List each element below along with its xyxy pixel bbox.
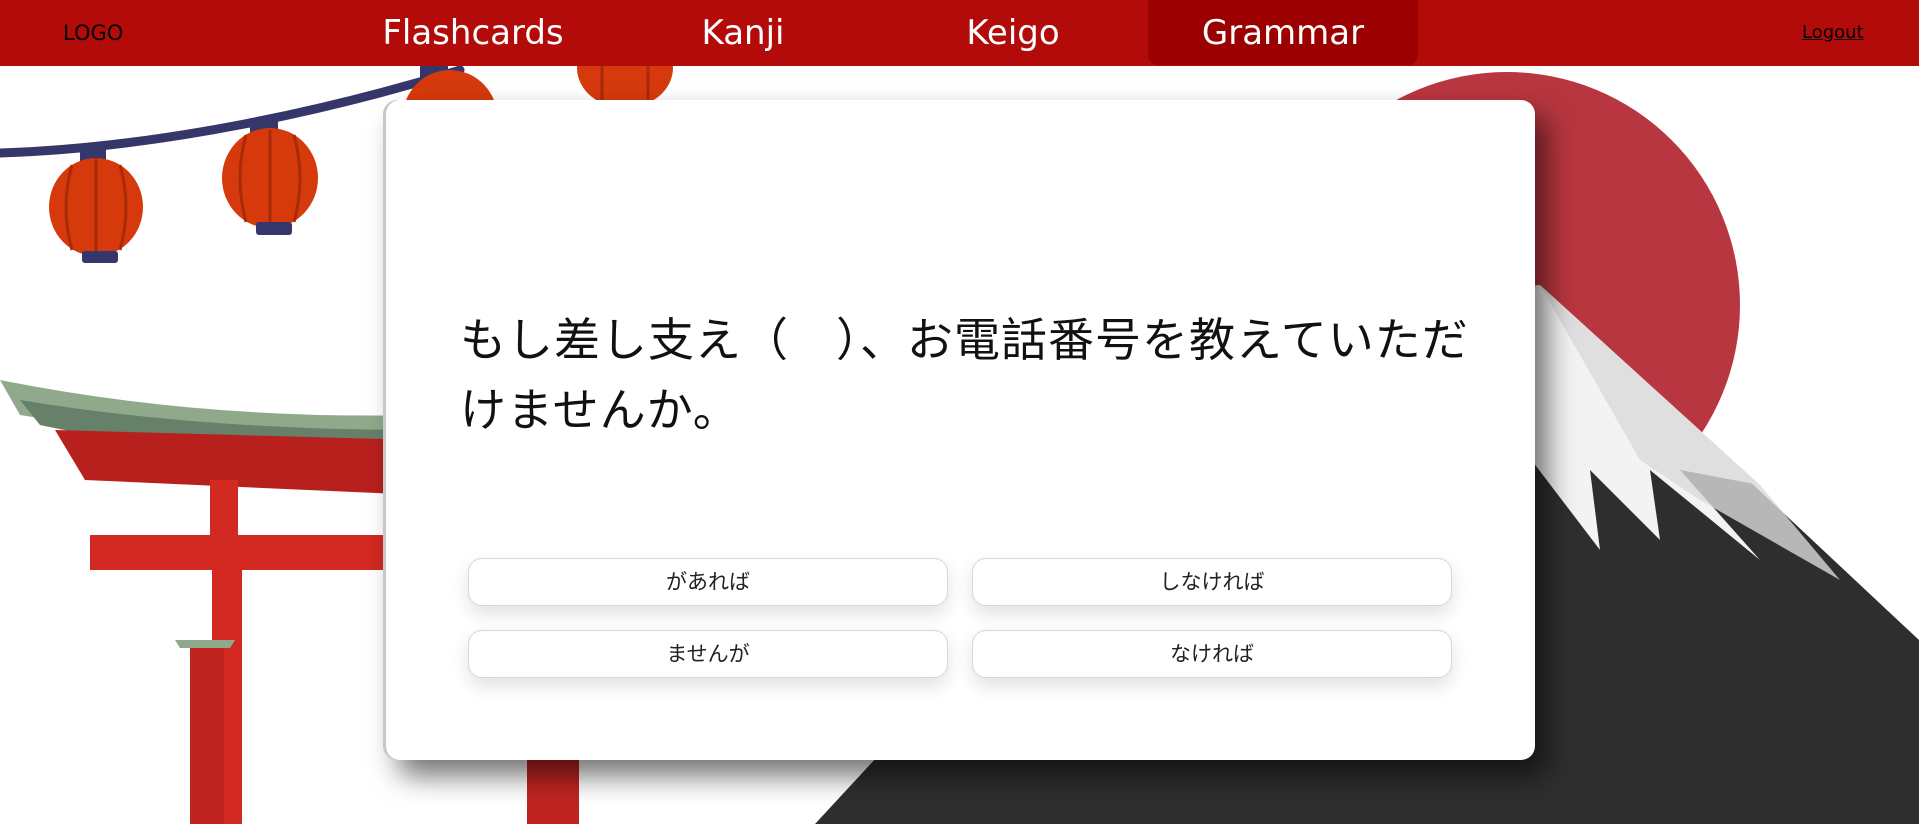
logo[interactable]: LOGO <box>63 0 123 66</box>
answer-option-2[interactable]: しなければ <box>972 558 1452 606</box>
quiz-card: もし差し支え（ ）、お電話番号を教えていただけませんか。 があれば しなければ … <box>386 100 1535 760</box>
nav-kanji[interactable]: Kanji <box>608 0 878 66</box>
logout-link[interactable]: Logout <box>1802 0 1864 66</box>
nav-keigo[interactable]: Keigo <box>878 0 1148 66</box>
answer-option-1[interactable]: があれば <box>468 558 948 606</box>
top-nav-bar: LOGO Flashcards Kanji Keigo Grammar Logo… <box>0 0 1919 66</box>
nav-flashcards[interactable]: Flashcards <box>338 0 608 66</box>
answer-option-4[interactable]: なければ <box>972 630 1452 678</box>
answer-option-3[interactable]: ませんが <box>468 630 948 678</box>
nav-grammar[interactable]: Grammar <box>1148 0 1418 65</box>
question-text: もし差し支え（ ）、お電話番号を教えていただけませんか。 <box>460 313 1469 437</box>
